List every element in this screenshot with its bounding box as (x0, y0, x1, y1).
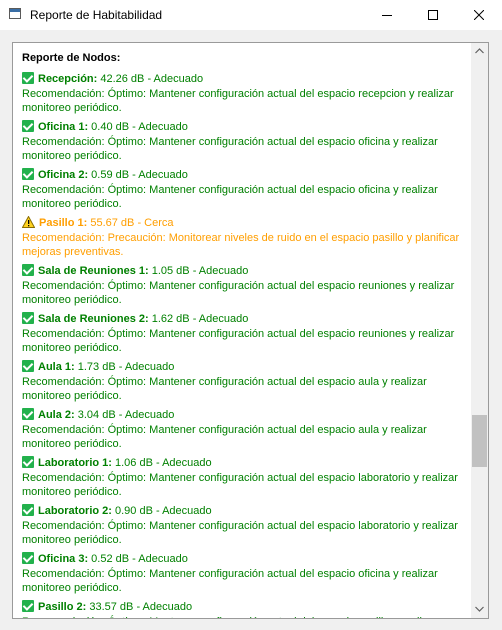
node-entry: Oficina 1: 0.40 dB - Adecuado Recomendaci… (22, 120, 470, 163)
check-icon (22, 72, 34, 84)
arrow-down-icon (475, 606, 484, 612)
node-measurement: 55.67 dB - Cerca (87, 217, 174, 229)
node-measurement: 0.90 dB - Adecuado (111, 505, 212, 517)
scroll-thumb[interactable] (472, 415, 487, 467)
scroll-down-button[interactable] (471, 601, 488, 618)
node-name: Pasillo 1: (39, 217, 88, 229)
node-recommendation: Recomendación: Óptimo: Mantener configur… (22, 184, 438, 210)
node-measurement: 0.52 dB - Adecuado (88, 553, 188, 565)
node-recommendation: Recomendación: Óptimo: Mantener configur… (22, 472, 458, 498)
maximize-button[interactable] (410, 0, 456, 30)
close-button[interactable] (456, 0, 502, 30)
node-measurement: 1.06 dB - Adecuado (111, 457, 212, 469)
node-name: Recepción: (38, 73, 98, 85)
node-status-line: Oficina 3: 0.52 dB - Adecuado (22, 552, 470, 567)
node-recommendation: Recomendación: Óptimo: Mantener configur… (22, 520, 458, 546)
node-name: Aula 1: (38, 361, 75, 373)
check-icon (22, 360, 34, 372)
node-entry: Pasillo 1: 55.67 dB - Cerca Recomendación… (21, 215, 470, 259)
node-recommendation: Recomendación: Óptimo: Mantener configur… (22, 280, 455, 306)
node-name: Oficina 3: (38, 553, 89, 565)
node-entry: Oficina 2: 0.59 dB - Adecuado Recomendaci… (22, 168, 470, 211)
check-icon (22, 600, 34, 612)
node-entry: Pasillo 2: 33.57 dB - AdecuadoRecomendac… (22, 600, 470, 618)
window-title: Reporte de Habitabilidad (30, 8, 163, 22)
check-icon (22, 312, 34, 324)
minimize-icon (382, 15, 392, 16)
node-recommendation: Recomendación: Óptimo: Mantener configur… (22, 615, 470, 618)
node-status-line: Pasillo 1: 55.67 dB - Cerca (21, 215, 470, 231)
node-status-line: Oficina 1: 0.40 dB - Adecuado (22, 120, 470, 135)
report-heading: Reporte de Nodos: (22, 52, 121, 64)
check-icon (22, 504, 34, 516)
node-name: Laboratorio 1: (38, 457, 112, 469)
node-status-line: Laboratorio 2: 0.90 dB - Adecuado (22, 504, 470, 519)
node-name: Oficina 2: (38, 169, 89, 181)
arrow-up-icon (475, 48, 484, 54)
minimize-button[interactable] (364, 0, 410, 30)
check-icon (22, 456, 34, 468)
node-entry: Sala de Reuniones 2: 1.62 dB - Adecuado R… (22, 312, 470, 355)
node-measurement: 33.57 dB - Adecuado (86, 601, 193, 613)
node-recommendation: Recomendación: Óptimo: Mantener configur… (22, 136, 438, 162)
node-status-line: Pasillo 2: 33.57 dB - Adecuado (22, 600, 470, 615)
node-entry: Aula 1: 1.73 dB - Adecuado Recomendación:… (22, 360, 470, 403)
node-measurement: 3.04 dB - Adecuado (74, 409, 175, 421)
node-entry: Laboratorio 1: 1.06 dB - Adecuado Recomen… (22, 456, 470, 499)
scroll-up-button[interactable] (471, 43, 488, 60)
node-measurement: 1.05 dB - Adecuado (148, 265, 249, 277)
node-status-line: Oficina 2: 0.59 dB - Adecuado (22, 168, 470, 183)
node-name: Pasillo 2: (38, 601, 87, 613)
close-icon (474, 10, 484, 20)
check-icon (22, 168, 34, 180)
node-status-line: Recepción: 42.26 dB - Adecuado (22, 72, 470, 87)
check-icon (22, 408, 34, 420)
node-name: Sala de Reuniones 1: (38, 265, 149, 277)
node-measurement: 0.40 dB - Adecuado (88, 121, 188, 133)
node-measurement: 1.73 dB - Adecuado (74, 361, 175, 373)
node-name: Aula 2: (38, 409, 75, 421)
node-entry: Oficina 3: 0.52 dB - Adecuado Recomendaci… (22, 552, 470, 595)
node-name: Sala de Reuniones 2: (38, 313, 149, 325)
report-content: Reporte de Nodos: Recepción: 42.26 dB - … (21, 49, 470, 618)
check-icon (22, 264, 34, 276)
node-name: Laboratorio 2: (38, 505, 112, 517)
node-measurement: 0.59 dB - Adecuado (88, 169, 188, 181)
node-list: Recepción: 42.26 dB - Adecuado Recomendac… (21, 72, 470, 618)
node-name: Oficina 1: (38, 121, 89, 133)
node-recommendation: Recomendación: Óptimo: Mantener configur… (22, 88, 454, 114)
node-status-line: Aula 2: 3.04 dB - Adecuado (22, 408, 470, 423)
vertical-scrollbar[interactable] (471, 43, 488, 618)
window-client-area: Reporte de Nodos: Recepción: 42.26 dB - … (0, 30, 502, 630)
node-recommendation: Recomendación: Óptimo: Mantener configur… (22, 568, 438, 594)
node-entry: Recepción: 42.26 dB - Adecuado Recomendac… (22, 72, 470, 115)
node-status-line: Laboratorio 1: 1.06 dB - Adecuado (22, 456, 470, 471)
node-measurement: 1.62 dB - Adecuado (148, 313, 249, 325)
node-status-line: Sala de Reuniones 1: 1.05 dB - Adecuado (22, 264, 470, 279)
node-entry: Sala de Reuniones 1: 1.05 dB - Adecuado R… (22, 264, 470, 307)
node-measurement: 42.26 dB - Adecuado (97, 73, 204, 85)
check-icon (22, 120, 34, 132)
title-bar: Reporte de Habitabilidad (0, 0, 502, 30)
node-entry: Laboratorio 2: 0.90 dB - Adecuado Recomen… (22, 504, 470, 547)
window-app-icon (9, 8, 21, 19)
node-recommendation: Recomendación: Óptimo: Mantener configur… (22, 328, 455, 354)
node-status-line: Sala de Reuniones 2: 1.62 dB - Adecuado (22, 312, 470, 327)
node-status-line: Aula 1: 1.73 dB - Adecuado (22, 360, 470, 375)
check-icon (22, 552, 34, 564)
node-recommendation: Recomendación: Óptimo: Mantener configur… (22, 424, 427, 450)
node-recommendation: Recomendación: Óptimo: Mantener configur… (22, 376, 427, 402)
node-recommendation: Recomendación: Precaución: Monitorear ni… (22, 232, 460, 258)
report-text-area[interactable]: Reporte de Nodos: Recepción: 42.26 dB - … (12, 42, 489, 619)
node-entry: Aula 2: 3.04 dB - Adecuado Recomendación:… (22, 408, 470, 451)
maximize-icon (428, 10, 438, 20)
